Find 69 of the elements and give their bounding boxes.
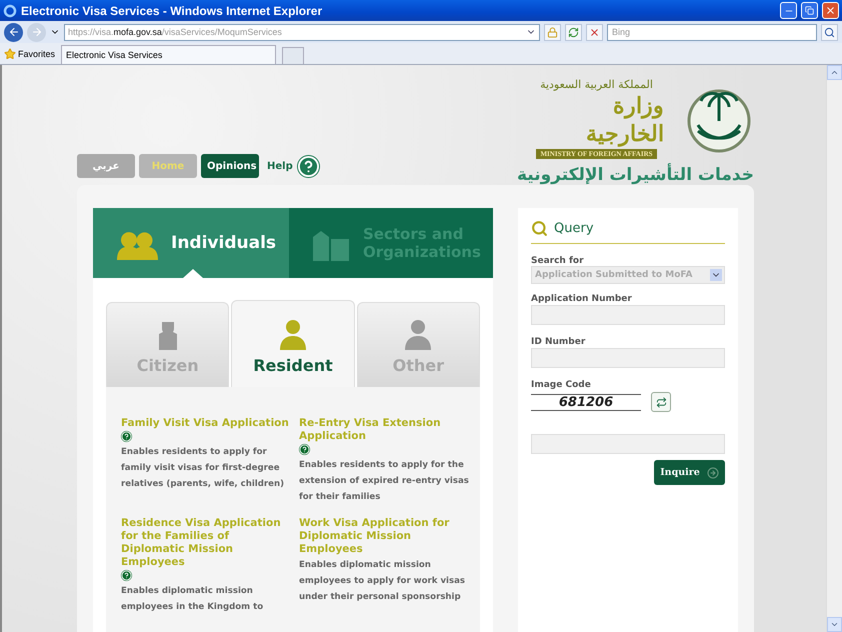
caret-icon [830,620,839,629]
search-for-dropdown[interactable]: Application Submitted to MoFA [531,266,725,284]
minimize-button[interactable] [780,2,797,19]
help-link[interactable]: Help [267,160,293,172]
field-label: Image Code [531,380,592,390]
user-type-tab[interactable]: Resident [231,300,355,387]
back-arrow-icon [8,26,20,38]
window-title: Electronic Visa Services - Windows Internet Explorer [21,4,324,18]
query-title: Query [554,221,594,236]
scroll-down-button[interactable] [827,617,842,632]
service-link[interactable]: Residence Visa Application for the Families of Diplomatic Mission Employees [121,517,295,569]
search-field[interactable]: Bing [607,24,817,40]
service-title: خدمات التأشيرات الإلكترونية [516,165,754,185]
favorites-button[interactable]: Favorites [4,48,56,60]
help-icon[interactable] [121,570,132,581]
ministry-name: وزارة الخارجية [585,92,664,148]
search-icon [531,220,548,237]
restore-button[interactable] [801,2,818,19]
caret-icon [830,68,839,77]
scroll-up-button[interactable] [827,65,842,80]
address-text: https://visa.mofa.gov.sa/visaServices/MoqumServices [68,27,282,37]
user-type-tab[interactable]: Other [356,302,480,387]
category-tab[interactable]: Individuals [93,208,289,278]
refresh-icon [656,396,666,408]
browser-logo-icon [3,4,17,18]
help-icon[interactable] [299,444,310,455]
nav-button[interactable]: Opinions [201,154,259,178]
stop-button[interactable] [586,24,603,40]
help-icon[interactable] [296,154,320,178]
person-icon [403,318,434,350]
lock-icon [544,24,561,40]
input-field[interactable] [531,348,725,368]
service-link[interactable]: Work Visa Application for Diplomatic Mission Employees [299,517,473,556]
search-button[interactable] [821,24,838,40]
browser-tab[interactable]: Electronic Visa Services [61,45,276,64]
refresh-icon [568,26,579,38]
help-icon[interactable] [121,431,132,442]
captcha-image: 681206 [531,394,641,410]
field-label: Search for [531,256,585,266]
close-button[interactable] [822,2,839,19]
stop-icon [589,26,600,38]
field-label: Application Number [531,294,633,304]
nav-button[interactable]: عربي [77,154,135,178]
nav-button[interactable]: Home [139,154,197,178]
close-icon [825,5,836,16]
service-link[interactable]: Family Visit Visa Application [121,417,289,430]
address-field[interactable]: https://visa.mofa.gov.sa/visaServices/MoqumServices [64,24,540,40]
search-icon [824,26,835,38]
kingdom-name: المملكة العربية السعودية [540,78,653,91]
restore-icon [805,6,814,15]
search-placeholder: Bing [612,27,630,37]
service-link[interactable]: Re-Entry Visa Extension Application [299,417,473,443]
forward-arrow-icon [30,26,42,38]
service-description: Enables residents to apply for the extension of expired re-entry visas for their families [299,459,470,504]
refresh-button[interactable] [565,24,582,40]
service-description: Enables diplomatic mission employees in the Kingdom to [121,585,264,614]
refresh-captcha-button[interactable] [651,392,671,412]
caret-icon [710,269,722,281]
back-button[interactable] [4,22,23,42]
person-icon [278,318,308,350]
input-field[interactable] [531,305,725,325]
inquire-button[interactable]: Inquire [654,460,725,485]
user-type-tab[interactable]: Citizen [106,302,230,387]
service-description: Enables residents to apply for family visit visas for first-degree relatives (parents, wife, children) [121,446,286,491]
star-icon [4,48,16,60]
field-label: ID Number [531,337,586,347]
input-field[interactable] [531,434,725,454]
service-description: Enables diplomatic mission employees to apply for work visas under their personal sponsorship [299,559,466,604]
arrow-circle-icon [706,466,719,478]
